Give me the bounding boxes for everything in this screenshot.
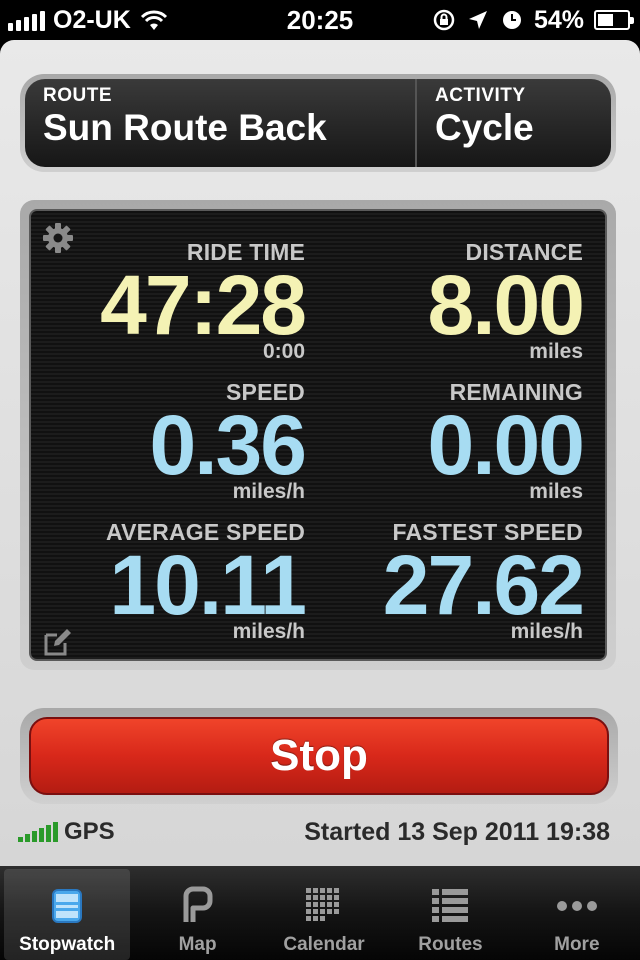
status-right: 54% [432, 4, 634, 36]
battery-percent: 54% [533, 5, 584, 34]
tab-label: Stopwatch [19, 934, 116, 955]
route-name: Sun Route Back [43, 107, 327, 148]
ride-time-stat: RIDE TIME 47:28 0:00 [100, 239, 307, 364]
speed-stat: SPEED 0.36 miles/h [149, 379, 307, 504]
average-speed-value: 10.11 [109, 538, 307, 632]
remaining-stat: REMAINING 0.00 miles [427, 379, 585, 504]
gps-signal-icon [18, 822, 58, 842]
battery-icon [594, 10, 634, 30]
tab-label: Calendar [283, 934, 365, 955]
map-icon [183, 886, 213, 922]
more-dots-icon [556, 901, 597, 911]
stopwatch-screen: ROUTE Sun Route Back ACTIVITY Cycle RIDE… [0, 40, 640, 866]
average-speed-stat: AVERAGE SPEED 10.11 miles/h [106, 519, 307, 644]
ride-time-value: 47:28 [100, 258, 307, 352]
routes-list-icon [432, 889, 469, 922]
alarm-icon [502, 11, 521, 29]
route-activity-bar: ROUTE Sun Route Back ACTIVITY Cycle [20, 74, 616, 172]
fastest-speed-stat: FASTEST SPEED 27.62 miles/h [382, 519, 585, 644]
location-arrow-icon [468, 11, 487, 29]
started-timestamp: Started 13 Sep 2011 19:38 [304, 817, 610, 846]
battery-fill [598, 14, 614, 26]
activity-selector[interactable]: ACTIVITY Cycle [417, 79, 534, 167]
stop-button[interactable]: Stop [29, 717, 609, 795]
status-bar: O2-UK 20:25 54% [0, 0, 640, 40]
tab-bar: Stopwatch Map Calendar Routes More [0, 866, 640, 960]
fastest-speed-value: 27.62 [382, 538, 585, 632]
stats-panel: RIDE TIME 47:28 0:00 DISTANCE 8.00 miles… [29, 209, 607, 661]
activity-caption: ACTIVITY [435, 85, 526, 106]
remaining-value: 0.00 [427, 398, 585, 492]
activity-name: Cycle [435, 107, 534, 148]
gear-icon[interactable] [41, 221, 75, 255]
stop-button-frame: Stop [20, 708, 618, 804]
tab-calendar[interactable]: Calendar [261, 866, 387, 960]
distance-value: 8.00 [427, 258, 585, 352]
route-caption: ROUTE [43, 85, 112, 106]
stopwatch-icon [52, 889, 83, 923]
tab-map[interactable]: Map [134, 866, 260, 960]
gps-indicator: GPS [18, 818, 115, 846]
edit-icon[interactable] [43, 627, 73, 657]
gps-label: GPS [64, 818, 115, 845]
tab-label: More [554, 934, 600, 955]
rotation-lock-icon [433, 9, 455, 31]
route-selector[interactable]: ROUTE Sun Route Back [25, 79, 417, 167]
tab-stopwatch[interactable]: Stopwatch [4, 869, 131, 960]
speed-value: 0.36 [149, 398, 307, 492]
tab-routes[interactable]: Routes [387, 866, 513, 960]
tab-more[interactable]: More [514, 866, 640, 960]
status-footer: GPS Started 13 Sep 2011 19:38 [18, 814, 610, 850]
tab-label: Routes [418, 934, 483, 955]
tab-label: Map [178, 934, 217, 955]
distance-stat: DISTANCE 8.00 miles [427, 239, 585, 364]
stats-panel-frame: RIDE TIME 47:28 0:00 DISTANCE 8.00 miles… [20, 200, 616, 670]
calendar-icon [306, 888, 340, 921]
